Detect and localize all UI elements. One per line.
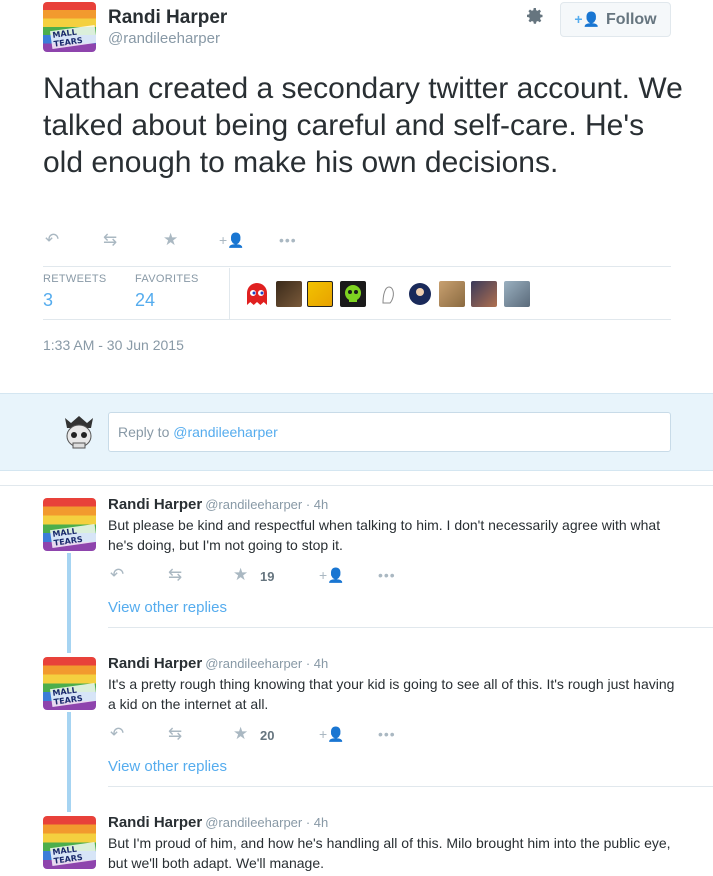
reply-avatar[interactable]: MALL TEARS [43,498,96,551]
favoriter-avatar[interactable] [276,281,302,307]
favorite-count: 19 [260,569,275,584]
retweet-icon[interactable]: ⇆ [168,566,182,584]
add-user-icon[interactable]: +👤 [219,231,245,249]
view-other-replies-link[interactable]: View other replies [108,599,227,616]
view-other-replies-link[interactable]: View other replies [108,758,227,775]
reply-author: Randi Harper @randileeharper · 4h [108,496,328,513]
reply-actions: ↶ ⇆ ★ 20 +👤 ••• [108,725,408,744]
reply-box: Reply to @randileeharper [0,393,713,471]
retweet-icon[interactable]: ⇆ [103,231,117,249]
tweet-actions: ↶ ⇆ ★ +👤 ••• [43,230,343,250]
reply-author-name[interactable]: Randi Harper [108,655,202,672]
avatar-tag: MALL TEARS [49,682,96,708]
add-user-icon: +👤 [574,11,600,27]
favorite-count: 20 [260,728,275,743]
thread-line [67,553,71,653]
reply-author: Randi Harper @randileeharper · 4h [108,814,328,831]
divider [108,786,713,787]
add-user-icon[interactable]: +👤 [319,725,345,743]
reply-prefix: Reply to [118,424,174,440]
reply-handle-time[interactable]: @randileeharper · 4h [205,656,328,671]
tweet-text: Nathan created a secondary twitter accou… [43,72,683,179]
retweet-icon[interactable]: ⇆ [168,725,182,743]
author-name[interactable]: Randi Harper [108,7,227,29]
tweet-timestamp[interactable]: 1:33 AM - 30 Jun 2015 [43,337,184,353]
divider [43,319,671,320]
follow-label: Follow [605,10,657,28]
thread-line [67,712,71,812]
divider [0,485,713,486]
reply-text: But I'm proud of him, and how he's handl… [108,835,671,871]
author-handle[interactable]: @randileeharper [108,30,220,47]
reply-input[interactable]: Reply to @randileeharper [108,412,671,452]
divider [108,627,713,628]
favoriter-avatar[interactable] [407,281,433,307]
favoriter-avatar[interactable] [439,281,465,307]
retweets-count[interactable]: 3 [43,290,53,311]
favorites-count[interactable]: 24 [135,290,155,311]
more-icon[interactable]: ••• [378,725,396,743]
star-icon[interactable]: ★ [233,566,248,584]
more-icon[interactable]: ••• [279,231,297,249]
favoriter-avatar[interactable] [504,281,530,307]
gear-icon[interactable] [524,6,546,28]
star-icon[interactable]: ★ [233,725,248,743]
reply-author-name[interactable]: Randi Harper [108,496,202,513]
divider [43,266,671,267]
reply-mention: @randileeharper [173,424,278,440]
favoriter-avatar[interactable] [471,281,497,307]
reply-icon[interactable]: ↶ [110,566,124,584]
favoriter-avatar[interactable] [307,281,333,307]
retweets-label: RETWEETS [43,273,107,285]
user-avatar [62,414,96,452]
reply-handle-time[interactable]: @randileeharper · 4h [205,497,328,512]
reply-author: Randi Harper @randileeharper · 4h [108,655,328,672]
add-user-icon[interactable]: +👤 [319,566,345,584]
reply-author-name[interactable]: Randi Harper [108,814,202,831]
stats-divider [229,268,230,319]
reply-avatar[interactable]: MALL TEARS [43,657,96,710]
author-avatar[interactable]: MALL TEARS [43,2,96,52]
reply-handle-time[interactable]: @randileeharper · 4h [205,815,328,830]
reply-text: But please be kind and respectful when t… [108,517,661,553]
reply-text: It's a pretty rough thing knowing that y… [108,676,675,712]
favoriter-avatar[interactable] [375,281,401,307]
reply-avatar[interactable]: MALL TEARS [43,816,96,869]
reply-icon[interactable]: ↶ [45,231,59,249]
favoriter-avatar[interactable] [244,281,270,307]
more-icon[interactable]: ••• [378,566,396,584]
avatar-tag: MALL TEARS [49,841,96,867]
avatar-tag: MALL TEARS [49,24,96,50]
favorites-label: FAVORITES [135,273,199,285]
follow-button[interactable]: +👤 Follow [560,2,671,37]
avatar-tag: MALL TEARS [49,523,96,549]
reply-actions: ↶ ⇆ ★ 19 +👤 ••• [108,566,408,585]
favoriter-avatar[interactable] [340,281,366,307]
reply-icon[interactable]: ↶ [110,725,124,743]
star-icon[interactable]: ★ [163,231,178,249]
